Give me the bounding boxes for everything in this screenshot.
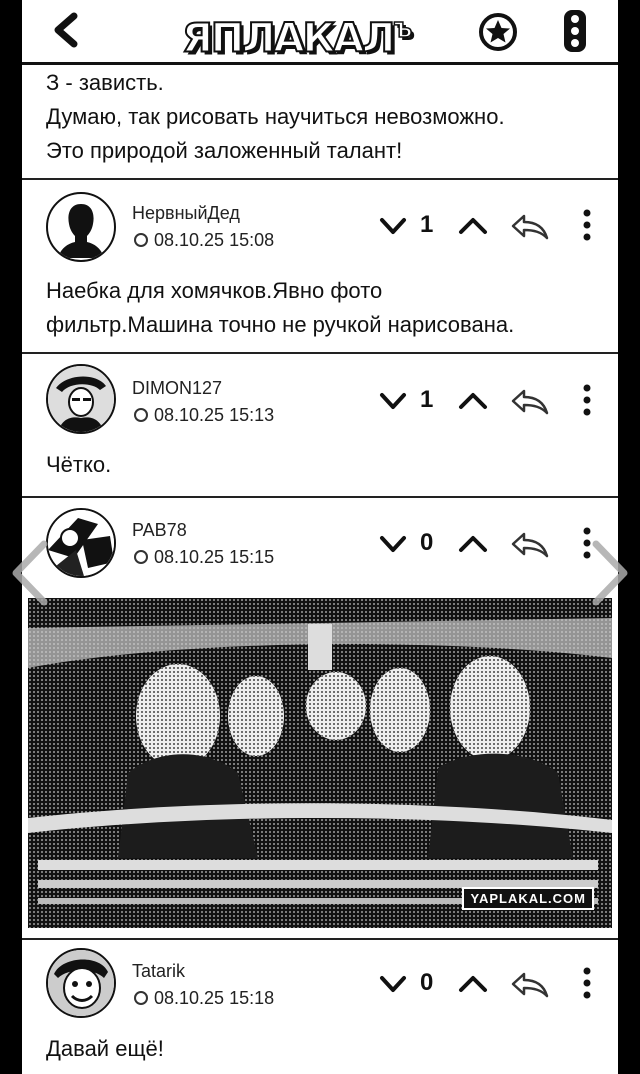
vote-count: 1	[420, 211, 434, 238]
avatar-image	[48, 510, 114, 576]
user-silhouette-icon	[58, 204, 104, 258]
vote-up-icon[interactable]	[456, 970, 490, 998]
timestamp-text: 08.10.25 15:18	[154, 988, 275, 1008]
divider	[22, 178, 618, 180]
more-options-icon[interactable]	[582, 208, 592, 242]
divider	[22, 938, 618, 940]
comment-line: Думаю, так рисовать научиться невозможно…	[46, 104, 505, 129]
comment-image[interactable]: YAPLAKAL.COM	[28, 598, 612, 928]
clock-icon	[134, 550, 148, 564]
avatar-image	[48, 950, 114, 1016]
image-watermark: YAPLAKAL.COM	[462, 887, 594, 910]
vote-count: 1	[420, 386, 434, 413]
logo-text: ЯПЛАКАЛ	[181, 14, 396, 62]
timestamp: 08.10.25 15:18	[134, 988, 274, 1009]
more-options-icon[interactable]	[582, 966, 592, 1000]
divider	[22, 496, 618, 498]
logo-sup: Ъ	[393, 17, 413, 43]
comments-screen: ЯПЛАКАЛЪ З - зависть. Думаю, так рисоват…	[22, 0, 618, 1074]
more-options-icon[interactable]	[582, 383, 592, 417]
username[interactable]: PAB78	[132, 520, 187, 541]
timestamp: 08.10.25 15:08	[134, 230, 274, 251]
divider	[22, 352, 618, 354]
car-interior-image	[28, 598, 612, 928]
avatar-image	[48, 366, 114, 432]
comment-text: Давай ещё!	[46, 1032, 164, 1066]
timestamp-text: 08.10.25 15:08	[154, 230, 275, 250]
vote-count: 0	[420, 969, 434, 996]
vote-up-icon[interactable]	[456, 530, 490, 558]
clock-icon	[134, 991, 148, 1005]
reply-icon[interactable]	[510, 530, 550, 558]
comment-line: Это природой заложенный талант!	[46, 138, 403, 163]
vote-down-icon[interactable]	[378, 530, 408, 558]
top-bar: ЯПЛАКАЛЪ	[22, 0, 618, 65]
comment-line: Чётко.	[46, 452, 112, 477]
clock-icon	[134, 233, 148, 247]
favorite-star-icon[interactable]	[478, 12, 518, 52]
comment-line: фильтр.Машина точно не ручкой нарисована…	[46, 312, 515, 337]
gallery-next-icon[interactable]	[588, 538, 634, 608]
avatar[interactable]	[46, 364, 116, 434]
avatar[interactable]	[46, 948, 116, 1018]
avatar[interactable]	[46, 192, 116, 262]
timestamp-text: 08.10.25 15:13	[154, 405, 275, 425]
clock-icon	[134, 408, 148, 422]
username[interactable]: НервныйДед	[132, 203, 240, 224]
username[interactable]: Tatarik	[132, 961, 185, 982]
timestamp-text: 08.10.25 15:15	[154, 547, 275, 567]
reply-icon[interactable]	[510, 387, 550, 415]
timestamp: 08.10.25 15:15	[134, 547, 274, 568]
timestamp: 08.10.25 15:13	[134, 405, 274, 426]
comment-line: Давай ещё!	[46, 1036, 164, 1061]
reply-icon[interactable]	[510, 970, 550, 998]
username[interactable]: DIMON127	[132, 378, 222, 399]
comment-line: З - зависть.	[46, 70, 164, 95]
vote-count: 0	[420, 529, 434, 556]
vote-up-icon[interactable]	[456, 387, 490, 415]
site-logo[interactable]: ЯПЛАКАЛЪ	[181, 6, 413, 62]
comment-text: З - зависть. Думаю, так рисовать научить…	[46, 66, 505, 168]
reply-icon[interactable]	[510, 212, 550, 240]
vote-up-icon[interactable]	[456, 212, 490, 240]
comment-text: Чётко.	[46, 448, 111, 482]
vote-down-icon[interactable]	[378, 970, 408, 998]
gallery-prev-icon[interactable]	[6, 538, 52, 608]
avatar[interactable]	[46, 508, 116, 578]
comment-line: Наебка для хомячков.Явно фото	[46, 278, 383, 303]
vote-down-icon[interactable]	[378, 387, 408, 415]
comment-text: Наебка для хомячков.Явно фото фильтр.Маш…	[46, 274, 514, 342]
menu-dots-icon[interactable]	[562, 8, 588, 54]
vote-down-icon[interactable]	[378, 212, 408, 240]
back-icon[interactable]	[46, 8, 86, 52]
